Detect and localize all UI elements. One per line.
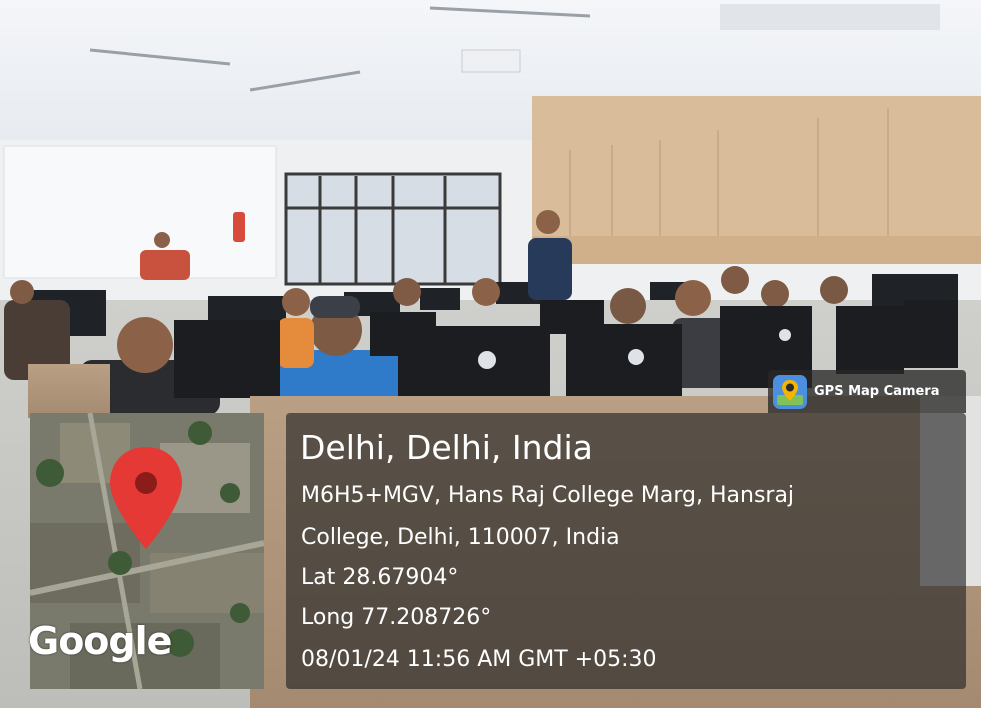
- latitude-label: Lat 28.67904°: [301, 565, 459, 590]
- air-conditioner: [461, 49, 521, 73]
- hp-logo: [478, 351, 496, 369]
- glass-cabin: [284, 172, 502, 286]
- timestamp-label: 08/01/24 11:56 AM GMT +05:30: [301, 647, 657, 672]
- hp-logo: [779, 329, 791, 341]
- longitude-label: Long 77.208726°: [301, 605, 492, 630]
- google-logo: Google: [28, 619, 172, 663]
- wall-cabinets: [532, 96, 981, 264]
- desk: [28, 364, 110, 418]
- gps-map-camera-icon: [773, 374, 807, 409]
- address-line-1: M6H5+MGV, Hans Raj College Marg, Hansraj: [301, 483, 795, 508]
- app-badge: GPS Map Camera: [768, 370, 966, 413]
- photo-frame: Google GPS Map Camera Delhi, Delhi, Indi…: [0, 0, 981, 708]
- address-line-2: College, Delhi, 110007, India: [301, 525, 620, 550]
- hp-logo: [628, 349, 644, 365]
- ceiling-vent: [720, 4, 940, 30]
- fire-extinguisher: [233, 212, 245, 242]
- location-title: Delhi, Delhi, India: [300, 428, 593, 467]
- app-name-label: GPS Map Camera: [814, 384, 940, 399]
